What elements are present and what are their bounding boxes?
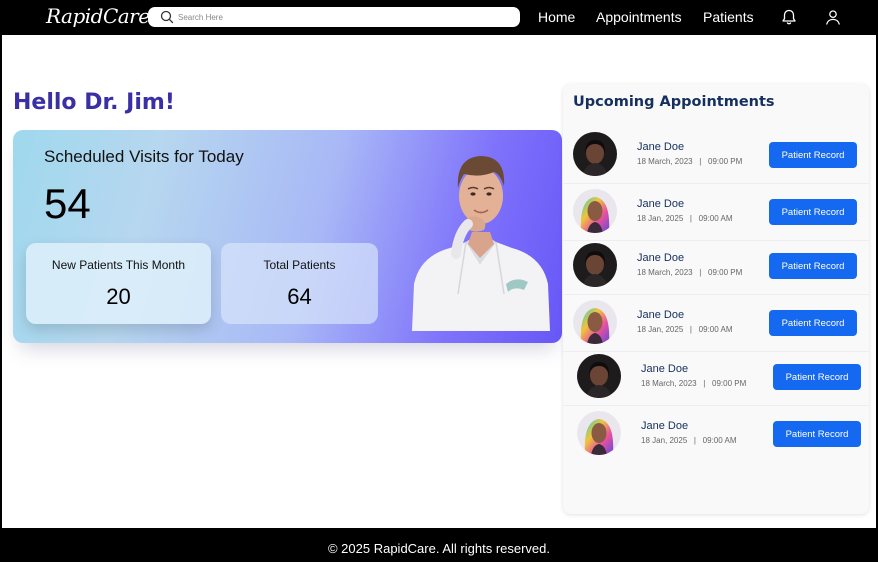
patient-record-button[interactable]: Patient Record [769, 199, 857, 225]
top-navbar: RapidCare Home Appointments Patients [0, 0, 878, 35]
patient-avatar [577, 354, 621, 398]
total-patients-card: Total Patients 64 [221, 243, 378, 324]
scheduled-visits-count: 54 [44, 180, 91, 227]
doctor-photo [412, 156, 550, 331]
total-patients-label: Total Patients [263, 258, 336, 272]
search-input[interactable] [178, 9, 508, 25]
patient-avatar [573, 243, 617, 287]
appointment-row: Jane Doe 18 Jan, 2025 | 09:00 AM Patient R… [563, 185, 869, 241]
new-patients-label: New Patients This Month [51, 258, 186, 272]
appointment-datetime: 18 Jan, 2025 | 09:00 AM [641, 436, 737, 445]
patient-avatar [573, 189, 617, 233]
new-patients-card: New Patients This Month 20 [26, 243, 211, 324]
footer-copyright: © 2025 RapidCare. All rights reserved. [0, 528, 878, 562]
scheduled-visits-card: Scheduled Visits for Today 54 New Patien… [13, 130, 562, 343]
user-icon[interactable] [824, 8, 842, 26]
search-bar[interactable] [148, 7, 520, 27]
patient-avatar [573, 132, 617, 176]
patient-record-button[interactable]: Patient Record [769, 253, 857, 279]
frame-border-left [0, 35, 2, 528]
appointment-datetime: 18 March, 2023 | 09:00 PM [637, 157, 743, 166]
appointment-datetime: 18 Jan, 2025 | 09:00 AM [637, 325, 733, 334]
appointment-datetime: 18 Jan, 2025 | 09:00 AM [637, 214, 733, 223]
patient-record-button[interactable]: Patient Record [773, 364, 861, 390]
logo[interactable]: RapidCare [46, 4, 150, 28]
patient-name: Jane Doe [637, 252, 685, 264]
patient-avatar [573, 300, 617, 344]
appointment-row: Jane Doe 18 March, 2023 | 09:00 PM Patient… [563, 128, 869, 184]
appointment-datetime: 18 March, 2023 | 09:00 PM [641, 379, 747, 388]
greeting-heading: Hello Dr. Jim! [13, 90, 175, 115]
patient-name: Jane Doe [641, 363, 689, 375]
total-patients-value: 64 [287, 284, 312, 309]
appointment-row: Jane Doe 18 Jan, 2025 | 09:00 AM Patient R… [563, 296, 869, 352]
upcoming-appointments-panel: Upcoming Appointments Jane Doe 18 March, … [563, 84, 869, 514]
patient-record-button[interactable]: Patient Record [769, 310, 857, 336]
nav-link-home[interactable]: Home [538, 9, 575, 25]
patient-name: Jane Doe [637, 309, 685, 321]
search-icon [160, 10, 174, 24]
nav-link-appointments[interactable]: Appointments [596, 9, 682, 25]
appointment-datetime: 18 March, 2023 | 09:00 PM [637, 268, 743, 277]
upcoming-appointments-title: Upcoming Appointments [573, 94, 775, 110]
appointment-row: Jane Doe 18 Jan, 2025 | 09:00 AM Patient R… [563, 407, 869, 463]
nav-link-patients[interactable]: Patients [703, 9, 754, 25]
patient-name: Jane Doe [637, 198, 685, 210]
patient-avatar [577, 411, 621, 455]
scheduled-visits-title: Scheduled Visits for Today [44, 147, 244, 166]
new-patients-value: 20 [106, 284, 131, 309]
appointment-row: Jane Doe 18 March, 2023 | 09:00 PM Patient… [563, 239, 869, 295]
appointment-row: Jane Doe 18 March, 2023 | 09:00 PM Patient… [563, 350, 869, 406]
bell-icon[interactable] [780, 8, 798, 26]
patient-name: Jane Doe [641, 420, 689, 432]
patient-record-button[interactable]: Patient Record [773, 421, 861, 447]
patient-name: Jane Doe [637, 141, 685, 153]
patient-record-button[interactable]: Patient Record [769, 142, 857, 168]
